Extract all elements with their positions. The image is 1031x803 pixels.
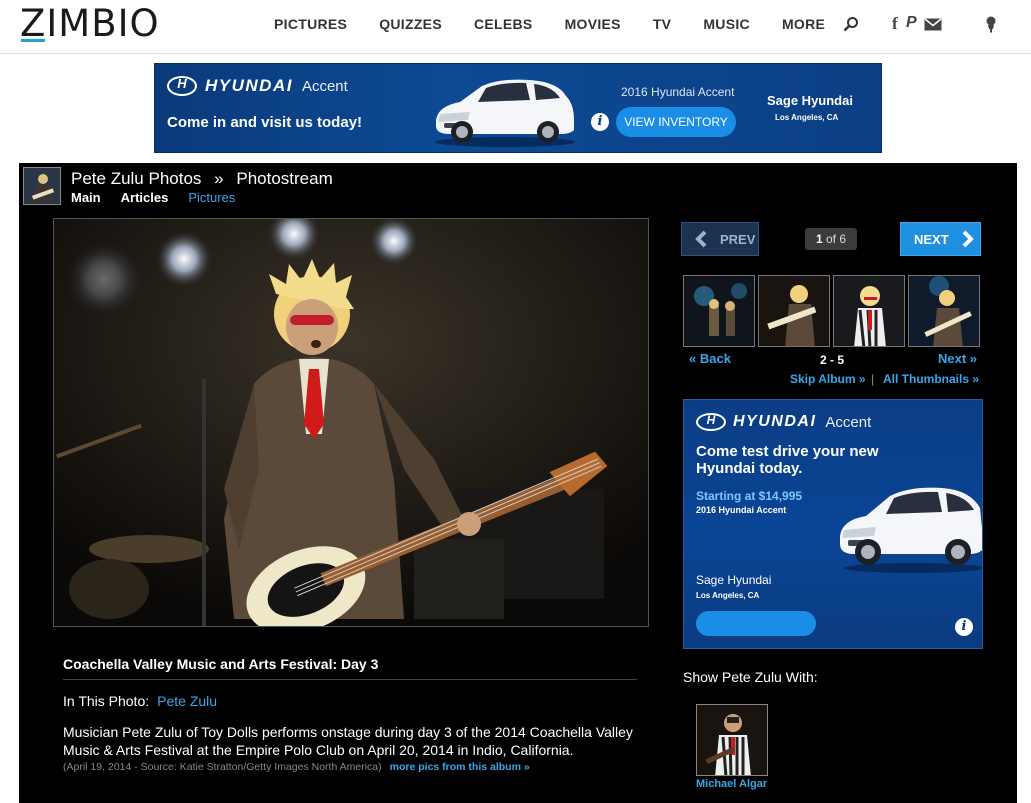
side-ad-info-icon[interactable]: i [955, 618, 973, 636]
ad-tagline: Come in and visit us today! [167, 114, 363, 131]
hyundai-logo: HYUNDAI Accent [167, 76, 348, 96]
related-artist-thumbnail[interactable] [696, 704, 768, 776]
nav-music[interactable]: MUSIC [703, 16, 750, 32]
side-ad-price: Starting at $14,995 [696, 489, 803, 503]
view-inventory-button[interactable]: VIEW INVENTORY [616, 107, 736, 137]
ad-dealer: Sage Hyundai [767, 93, 853, 108]
breadcrumb-parent[interactable]: Pete Zulu Photos [71, 169, 201, 188]
photo-source: (April 19, 2014 - Source: Katie Stratton… [63, 761, 530, 773]
hyundai-emblem-icon [167, 76, 197, 96]
breadcrumb-separator: » [214, 169, 224, 188]
car-image [435, 79, 575, 147]
thumbnail-5[interactable] [908, 275, 980, 347]
link-divider: | [871, 372, 875, 386]
chevron-left-icon [695, 230, 707, 248]
artist-subnav: Main Articles Pictures [71, 190, 235, 205]
thumbnail-4[interactable] [833, 275, 905, 347]
hyundai-side-ad[interactable]: HYUNDAI Accent Come test drive your new … [683, 399, 983, 649]
related-artist-name[interactable]: Michael Algar [696, 778, 767, 790]
more-pics-link[interactable]: more pics from this album » [390, 761, 530, 773]
side-ad-dealer: Sage Hyundai [696, 573, 772, 587]
next-button[interactable]: NEXT [900, 222, 981, 256]
mail-icon[interactable] [924, 18, 942, 31]
show-with-heading: Show Pete Zulu With: [683, 669, 818, 685]
artist-avatar[interactable] [23, 167, 61, 205]
thumbnails-back-link[interactable]: « Back [689, 351, 731, 366]
thumbnails-next-link[interactable]: Next » [938, 351, 977, 366]
main-nav: PICTURES QUIZZES CELEBS MOVIES TV MUSIC … [274, 16, 857, 32]
breadcrumb-current: Photostream [236, 169, 333, 188]
thumbnail-2[interactable] [683, 275, 755, 347]
side-car-image [840, 487, 982, 573]
side-ad-cta-button[interactable] [696, 611, 816, 636]
hyundai-side-logo: HYUNDAI Accent [696, 413, 871, 431]
zimbio-logo[interactable]: ZIMBIO [20, 2, 160, 45]
ad-location: Los Angeles, CA [775, 113, 839, 122]
side-ad-product: 2016 Hyundai Accent [696, 505, 787, 515]
in-photo-label: In This Photo: [63, 693, 150, 709]
breadcrumb: Pete Zulu Photos » Photostream [71, 169, 333, 189]
chevron-right-icon [962, 230, 974, 248]
skip-album-link[interactable]: Skip Album » [790, 372, 866, 386]
photo-description: Musician Pete Zulu of Toy Dolls performs… [63, 724, 633, 758]
nav-pictures[interactable]: PICTURES [274, 16, 347, 32]
hyundai-banner-ad[interactable]: HYUNDAI Accent Come in and visit us toda… [154, 63, 882, 153]
all-thumbnails-link[interactable]: All Thumbnails » [883, 372, 979, 386]
ad-info-icon[interactable]: i [591, 113, 609, 131]
nav-more[interactable]: MORE [782, 16, 825, 32]
main-photo[interactable] [53, 218, 649, 627]
photo-title: Coachella Valley Music and Arts Festival… [63, 656, 379, 672]
nav-movies[interactable]: MOVIES [565, 16, 621, 32]
subnav-articles[interactable]: Articles [121, 190, 169, 205]
nav-celebs[interactable]: CELEBS [474, 16, 533, 32]
photo-counter: 1 of 6 [805, 228, 857, 250]
prev-button[interactable]: PREV [681, 222, 759, 256]
ad-product: 2016 Hyundai Accent [621, 85, 735, 99]
nav-quizzes[interactable]: QUIZZES [379, 16, 442, 32]
subnav-pictures[interactable]: Pictures [188, 190, 235, 205]
thumbnail-3[interactable] [758, 275, 830, 347]
search-icon[interactable] [843, 16, 859, 32]
thumbnails-range: 2 - 5 [820, 353, 845, 367]
side-ad-location: Los Angeles, CA [696, 591, 760, 600]
user-icon[interactable] [984, 16, 998, 33]
caption-divider [63, 679, 637, 680]
nav-tv[interactable]: TV [653, 16, 672, 32]
subnav-main[interactable]: Main [71, 190, 101, 205]
top-navbar: ZIMBIO PICTURES QUIZZES CELEBS MOVIES TV… [0, 0, 1031, 54]
in-photo-link[interactable]: Pete Zulu [157, 693, 217, 709]
pinterest-icon[interactable]: P [906, 14, 917, 32]
hyundai-emblem-icon [696, 413, 726, 431]
in-this-photo: In This Photo: Pete Zulu [63, 693, 217, 709]
side-ad-headline: Come test drive your new Hyundai today. [696, 443, 879, 477]
facebook-icon[interactable]: f [892, 14, 898, 34]
